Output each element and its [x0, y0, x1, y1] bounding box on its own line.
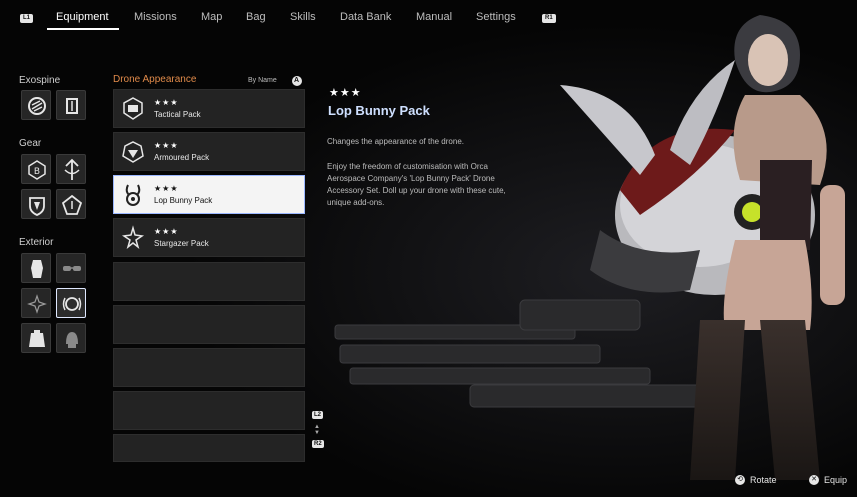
- exospine-core-icon: [28, 97, 46, 115]
- item-stars: ★★★: [154, 141, 179, 150]
- helmet-slot[interactable]: [56, 323, 86, 353]
- active-tab-underline: [47, 28, 119, 30]
- list-item-empty: [113, 391, 305, 430]
- tab-bag[interactable]: Bag: [246, 11, 266, 23]
- detail-stars: ★★★: [329, 87, 362, 99]
- cross-button-icon: ✕: [809, 475, 819, 485]
- list-item-tactical-pack[interactable]: ★★★ Tactical Pack: [113, 89, 305, 128]
- top-navigation: L1 Equipment Missions Map Bag Skills Dat…: [0, 0, 857, 34]
- list-item-armoured-pack[interactable]: ★★★ Armoured Pack: [113, 132, 305, 171]
- exospine-shield-slot[interactable]: [56, 90, 86, 120]
- tab-map[interactable]: Map: [201, 11, 222, 23]
- tab-data-bank[interactable]: Data Bank: [340, 11, 391, 23]
- item-name: Armoured Pack: [154, 153, 210, 162]
- item-stars: ★★★: [154, 184, 179, 193]
- glasses-icon: [63, 266, 81, 271]
- section-label-gear: Gear: [19, 138, 42, 149]
- gear-sword-icon: [64, 158, 80, 180]
- rotate-hint[interactable]: Rotate: [750, 475, 777, 485]
- sort-label[interactable]: By Name: [248, 77, 277, 84]
- tab-missions[interactable]: Missions: [134, 11, 177, 23]
- sparkle-slot[interactable]: [21, 288, 51, 318]
- equip-hint[interactable]: Equip: [824, 475, 847, 485]
- tab-settings[interactable]: Settings: [476, 11, 516, 23]
- list-item-lop-bunny-pack[interactable]: ★★★ Lop Bunny Pack: [113, 175, 305, 214]
- detail-long-description: Enjoy the freedom of customisation with …: [327, 162, 506, 207]
- item-stars: ★★★: [154, 227, 179, 236]
- list-item-empty: [113, 262, 305, 301]
- sparkle-icon: [27, 294, 47, 314]
- drone-icon: [62, 297, 82, 311]
- suit-slot[interactable]: [21, 253, 51, 283]
- l1-button-prompt[interactable]: L1: [20, 14, 34, 23]
- scroll-up-prompt[interactable]: L2: [312, 411, 324, 419]
- r1-button-prompt[interactable]: R1: [542, 14, 556, 23]
- glasses-slot[interactable]: [56, 253, 86, 283]
- section-label-exterior: Exterior: [19, 237, 54, 248]
- tactical-pack-icon: [123, 97, 143, 120]
- list-item-stargazer-pack[interactable]: ★★★ Stargazer Pack: [113, 218, 305, 257]
- list-heading: Drone Appearance: [113, 74, 197, 85]
- rotate-stick-icon: ⟲: [735, 475, 745, 485]
- backpack-slot[interactable]: [21, 323, 51, 353]
- detail-short-description: Changes the appearance of the drone.: [327, 137, 464, 146]
- tab-skills[interactable]: Skills: [290, 11, 316, 23]
- gear-pentagon-slot[interactable]: [56, 189, 86, 219]
- gear-shield-slot[interactable]: [21, 189, 51, 219]
- armoured-pack-icon: [122, 141, 144, 163]
- sort-button-prompt: A: [294, 77, 300, 84]
- item-stars: ★★★: [154, 98, 179, 107]
- scroll-down-prompt[interactable]: R2: [312, 440, 324, 448]
- gear-b-icon: B: [28, 160, 46, 180]
- gear-shield-icon: [29, 197, 45, 216]
- helmet-icon: [66, 332, 78, 348]
- section-label-exospine: Exospine: [19, 75, 61, 86]
- lop-bunny-pack-icon: [125, 184, 141, 206]
- gear-sword-slot[interactable]: [56, 154, 86, 184]
- backpack-icon: [29, 330, 45, 347]
- stargazer-pack-icon: [121, 225, 145, 250]
- scroll-arrows-icon: ▲ ▼: [314, 424, 320, 436]
- svg-text:B: B: [34, 167, 40, 177]
- detail-title: Lop Bunny Pack: [328, 103, 430, 118]
- item-name: Tactical Pack: [154, 110, 201, 119]
- gear-pentagon-icon: [61, 194, 83, 215]
- suit-icon: [31, 260, 43, 278]
- drone-slot[interactable]: [56, 288, 86, 318]
- list-item-empty: [113, 305, 305, 344]
- list-item-empty: [113, 348, 305, 387]
- exospine-shield-icon: [66, 98, 78, 114]
- tab-manual[interactable]: Manual: [416, 11, 452, 23]
- item-name: Stargazer Pack: [154, 239, 209, 248]
- tab-equipment[interactable]: Equipment: [56, 11, 109, 23]
- list-item-empty: [113, 434, 305, 462]
- exospine-core-slot[interactable]: [21, 90, 51, 120]
- item-name: Lop Bunny Pack: [154, 196, 213, 205]
- gear-b-slot[interactable]: B: [21, 154, 51, 184]
